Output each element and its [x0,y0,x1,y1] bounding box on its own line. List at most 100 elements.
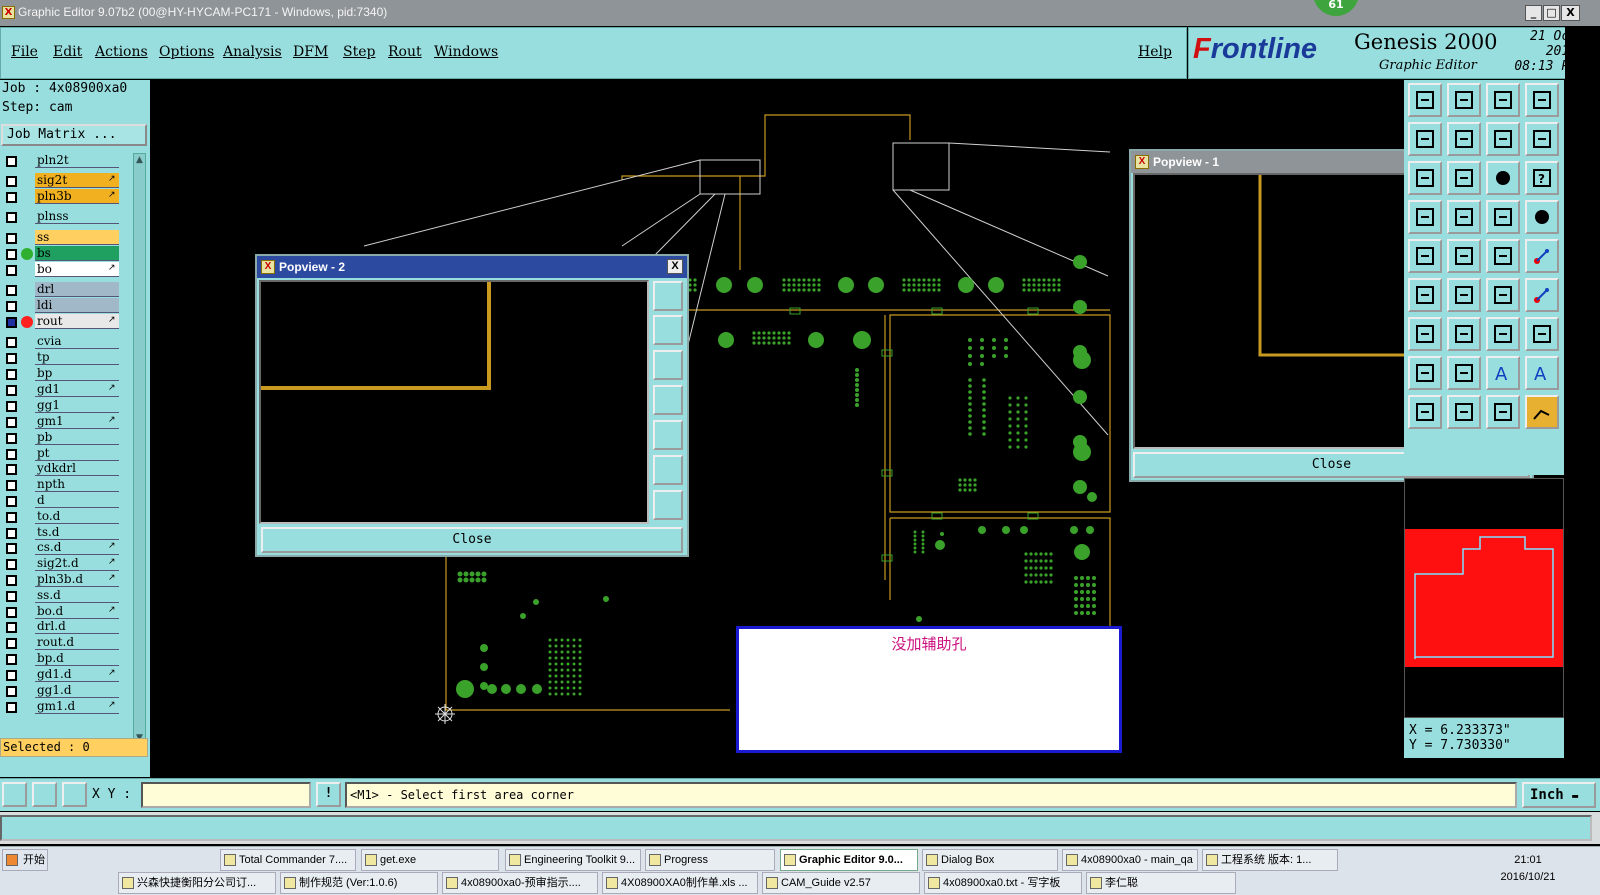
tool-l-button[interactable] [1408,356,1442,390]
zoom-a-button[interactable] [1408,161,1442,195]
start-button[interactable]: 开始 [2,849,48,871]
view-home-button[interactable] [1408,83,1442,117]
layer-checkbox[interactable] [6,638,17,649]
layer-name[interactable]: gg1.d [35,683,119,698]
layer-checkbox[interactable] [6,464,17,475]
taskbar-item[interactable]: Graphic Editor 9.0... [780,849,918,871]
layer-checkbox[interactable] [6,417,17,428]
layer-row[interactable]: rout ↗ [2,314,120,329]
layer-name[interactable]: bp.d [35,651,119,666]
unit-selector[interactable]: Inch ▬ [1522,782,1596,808]
grid-mode-button[interactable] [62,782,87,807]
layer-name[interactable]: rout [35,314,119,329]
layer-checkbox[interactable] [6,265,17,276]
view-down-button[interactable] [1447,83,1481,117]
taskbar-item[interactable]: Total Commander 7.... [220,849,356,871]
layer-name[interactable]: rout.d [35,635,119,650]
layer-name[interactable]: ss.d [35,588,119,603]
layer-name[interactable]: sig2t.d [35,556,119,571]
layer-row[interactable]: gg1 [2,398,120,413]
layer-row[interactable]: gg1.d [2,683,120,698]
layer-row[interactable]: gd1 ↗ [2,382,120,397]
text-a-button[interactable]: A [1486,356,1520,390]
layer-scrollbar[interactable]: ▲ ▼ [133,153,146,745]
layer-checkbox[interactable] [6,401,17,412]
menu-file[interactable]: File [11,44,38,60]
layer-name[interactable]: npth [35,477,119,492]
popview-2-titlebar[interactable]: X Popview - 2 X [257,256,687,278]
layer-row[interactable]: npth [2,477,120,492]
layer-row[interactable]: bo ↗ [2,262,120,277]
layer-row[interactable]: cvia [2,334,120,349]
taskbar-item[interactable]: 4x08900xa0 - main_qa [1062,849,1198,871]
layer-name[interactable]: to.d [35,509,119,524]
layer-checkbox[interactable] [6,607,17,618]
popview-zoom-in-button[interactable] [653,490,683,520]
layer-toggle-button[interactable] [1486,161,1520,195]
tool-m-button[interactable] [1447,356,1481,390]
pan-button[interactable] [1486,122,1520,156]
taskbar-item[interactable]: 李仁聪 [1086,872,1236,894]
layer-checkbox[interactable] [6,449,17,460]
overview-minimap[interactable] [1404,478,1564,718]
route-button[interactable] [1525,395,1559,429]
popview-pan-down-button[interactable] [653,350,683,380]
layer-checkbox[interactable] [6,702,17,713]
popview-pan-right-button[interactable] [653,420,683,450]
layer-row[interactable]: sig2t.d ↗ [2,556,120,571]
tool-e-button[interactable] [1486,239,1520,273]
tool-j-button[interactable] [1447,317,1481,351]
view-next-button[interactable] [1447,122,1481,156]
scroll-up-icon[interactable]: ▲ [135,155,144,165]
menu-step[interactable]: Step [343,44,375,60]
taskbar-item[interactable]: 4x08900xa0.txt - 写字板 [924,872,1082,894]
layer-checkbox[interactable] [6,301,17,312]
layer-checkbox[interactable] [6,233,17,244]
connect-button[interactable] [1525,239,1559,273]
layer-row[interactable]: sig2t ↗ [2,173,120,188]
layer-checkbox[interactable] [6,285,17,296]
layer-row[interactable]: ldi [2,298,120,313]
layer-name[interactable]: gd1 [35,382,119,397]
taskbar-item[interactable]: 4x08900xa0-预审指示.... [442,872,598,894]
popview-zoom-out-button[interactable] [653,455,683,485]
layer-name[interactable]: gm1 [35,414,119,429]
layer-row[interactable]: pb [2,430,120,445]
tool-o-button[interactable] [1447,395,1481,429]
warning-button[interactable]: ! [316,782,341,807]
s-shape-button[interactable] [1525,122,1559,156]
tool-a-button[interactable] [1408,200,1442,234]
tool-i-button[interactable] [1408,317,1442,351]
layer-checkbox[interactable] [6,156,17,167]
layer-checkbox[interactable] [6,591,17,602]
layer-row[interactable]: bp [2,366,120,381]
taskbar-item[interactable]: 工程系统 版本: 1... [1202,849,1338,871]
layer-checkbox[interactable] [6,480,17,491]
tool-h-button[interactable] [1486,278,1520,312]
view-split-button[interactable] [1525,83,1559,117]
layer-name[interactable]: bo.d [35,604,119,619]
layer-row[interactable]: drl [2,282,120,297]
tool-n-button[interactable] [1408,395,1442,429]
maximize-button[interactable]: □ [1543,5,1560,21]
layer-checkbox[interactable] [6,543,17,554]
fanout-button[interactable] [1525,278,1559,312]
taskbar-item[interactable]: 制作规范 (Ver:1.0.6) [280,872,438,894]
layer-name[interactable]: cvia [35,334,119,349]
layer-checkbox[interactable] [6,559,17,570]
popview-2-close-icon[interactable]: X [667,259,683,274]
layer-checkbox[interactable] [6,249,17,260]
tool-b-button[interactable] [1447,200,1481,234]
help-button[interactable]: ? [1525,161,1559,195]
layer-row[interactable]: bo.d ↗ [2,604,120,619]
layer-checkbox[interactable] [6,575,17,586]
layer-checkbox[interactable] [6,317,17,328]
layer-row[interactable]: bs [2,246,120,261]
tool-k-button[interactable] [1486,317,1520,351]
job-matrix-button[interactable]: Job Matrix ... [1,124,147,146]
tool-p-button[interactable] [1486,395,1520,429]
xy-input[interactable] [141,782,311,808]
popview-fit-button[interactable] [653,281,683,311]
layer-checkbox[interactable] [6,622,17,633]
layer-name[interactable]: pln2t [35,153,119,168]
